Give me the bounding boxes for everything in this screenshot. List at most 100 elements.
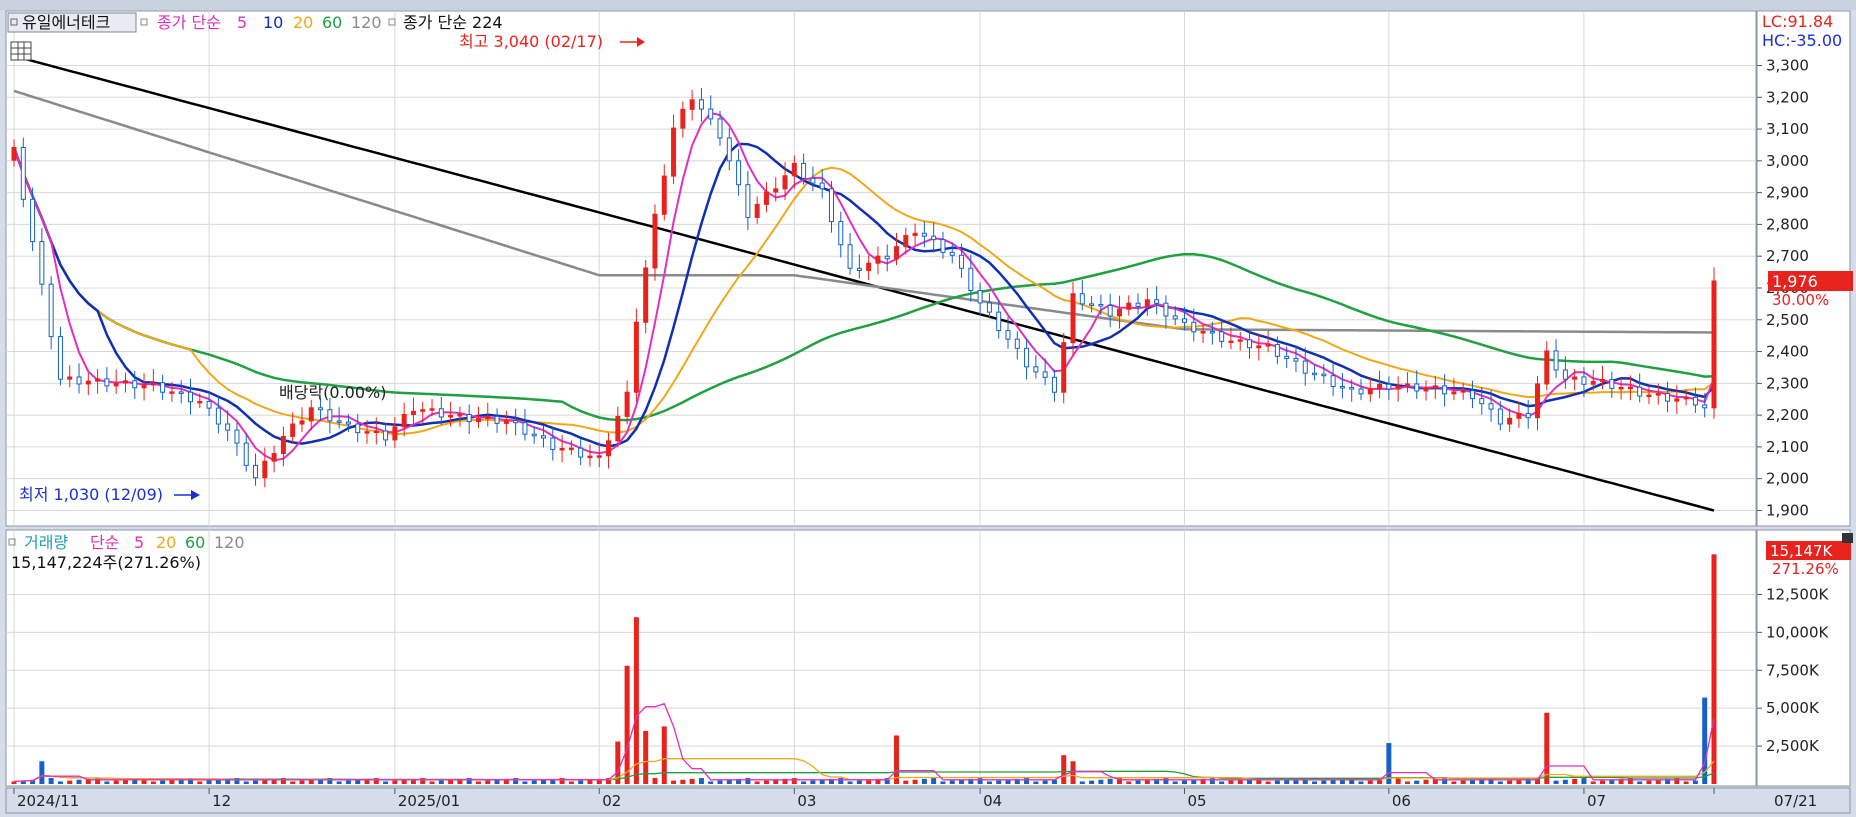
vol-ma60-legend: 60 [185,533,205,552]
table-icon[interactable] [10,41,32,61]
candle-body [531,433,537,437]
price-tick-label: 2,500 [1766,311,1809,329]
candle-body [225,423,231,431]
candle-body [178,391,184,394]
candle-body [1051,376,1057,393]
volume-bar [1581,778,1587,784]
volume-bar [1442,778,1448,784]
candle-body [754,203,760,218]
candle-body [1042,371,1048,378]
candle-body [1562,369,1568,380]
volume-bar [206,780,212,784]
candle-body [847,244,853,269]
last-price: 1,976 [1772,272,1818,291]
candle-body [280,435,286,455]
price-tick-label: 2,700 [1766,247,1809,265]
candle-body [429,408,435,411]
candle-body [1525,413,1531,419]
candle-body [959,254,965,269]
candle-body [1683,396,1689,400]
candle-body [1646,394,1652,398]
volume-title: 거래량 [24,533,68,552]
volume-bar [1562,779,1568,784]
candle-body [791,162,797,177]
ma60-legend: 60 [322,13,342,32]
volume-bar [1274,780,1280,784]
volume-bar [1451,781,1457,784]
candle-body [39,241,45,285]
volume-bar [1692,780,1698,784]
candle-body [67,376,73,380]
volume-bar [754,781,760,784]
volume-bar [1107,778,1113,784]
volume-bar [1312,781,1318,784]
candle-body [986,302,992,313]
price-tick-label: 3,100 [1766,120,1809,138]
volume-bar [1181,780,1187,784]
volume-bar [1079,781,1085,784]
candle-body [856,267,862,271]
candle-body [1451,391,1457,395]
candle-body [1181,318,1187,323]
volume-bar [1637,781,1643,784]
candle-body [1423,387,1429,392]
candle-body [1070,293,1076,344]
vol-ma120-legend: 120 [214,533,245,552]
candle-body [318,407,324,411]
volume-bar [39,761,45,784]
candle-body [940,239,946,253]
candle-body [1321,373,1327,377]
candle-body [48,283,54,338]
date-tick-label: 03 [797,792,816,810]
volume-bar [104,781,110,784]
volume-bar [290,781,296,784]
volume-bar [197,781,203,784]
candle-body [1265,344,1271,347]
volume-bar [921,778,927,784]
volume-bar [633,617,639,784]
volume-bar [1590,781,1596,784]
ma5-legend: 5 [237,13,247,32]
candle-body [921,232,927,237]
volume-bar [717,780,723,784]
price-panel [5,10,1757,527]
candle-body [894,246,900,260]
candle-body [1711,280,1717,409]
candle-body [633,321,639,393]
candle-body [1637,386,1643,397]
candle-body [215,407,221,425]
candle-body [169,391,175,394]
price-tick-label: 1,900 [1766,501,1809,519]
volume-bar [1228,780,1234,784]
close-panel-icon[interactable] [1842,533,1853,543]
date-axis-panel [5,787,1851,814]
candle-body [513,420,519,424]
candle-body [596,455,602,458]
ma224-legend: 종가 단순 224 [403,13,503,32]
candle-body [1200,331,1206,334]
volume-tick-label: 5,000K [1766,699,1820,717]
candle-body [1107,304,1113,317]
volume-bar [847,781,853,784]
volume-bar [1423,779,1429,784]
stock-name: 유일에너테크 [22,13,110,32]
candle-body [1358,388,1364,395]
candle-body [717,118,723,139]
volume-bar [1507,780,1513,784]
candle-body [606,440,612,457]
volume-bar [1600,780,1606,784]
volume-bar [429,781,435,784]
date-tick-label: 02 [602,792,621,810]
candle-body [1033,366,1039,373]
candle-body [373,430,379,434]
candle-body [661,175,667,215]
volume-bar [1042,780,1048,784]
candle-body [206,400,212,409]
price-tick-label: 2,900 [1766,184,1809,202]
candle-body [336,420,342,423]
candle-body [355,423,361,434]
volume-bar [1572,778,1578,784]
volume-bar [1460,780,1466,784]
volume-bar [1404,781,1410,784]
date-tick-label: 06 [1392,792,1411,810]
